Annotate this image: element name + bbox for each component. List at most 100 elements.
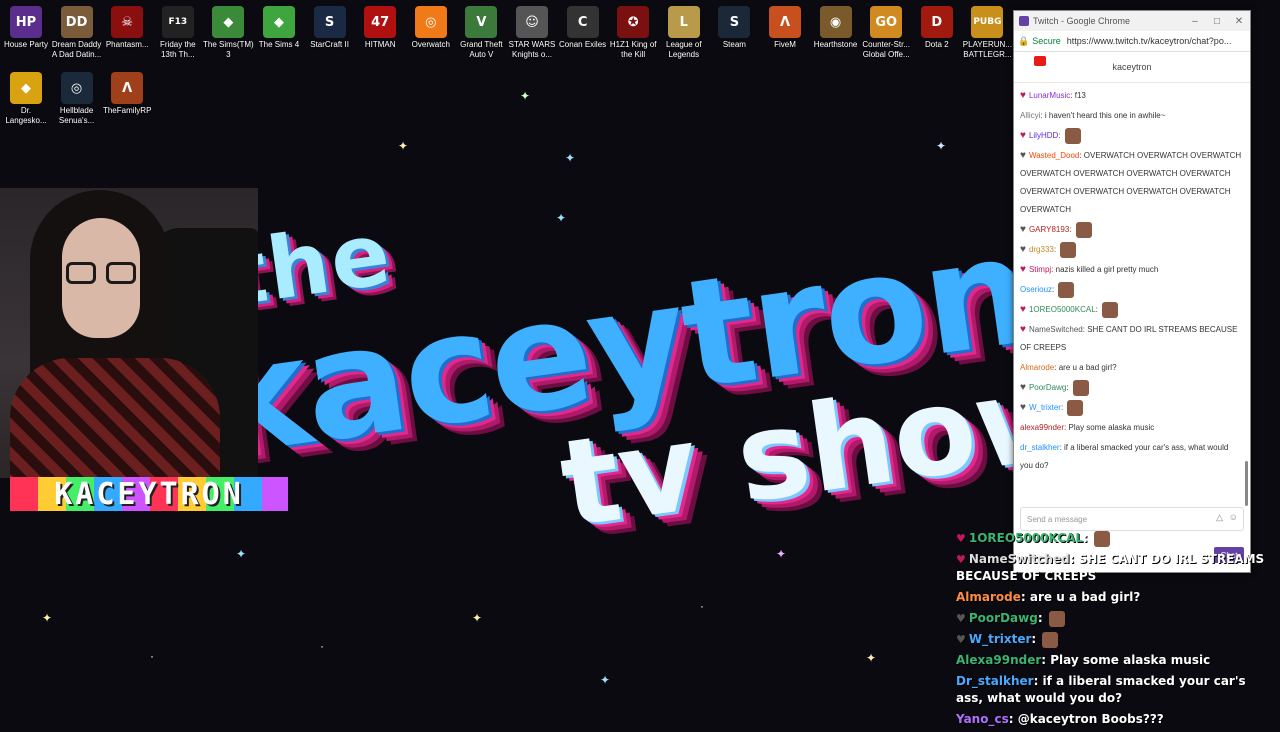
chat-username[interactable]: LunarMusic xyxy=(1029,91,1070,100)
chat-username[interactable]: Allicyi xyxy=(1020,111,1040,120)
streamer-name-text: KACEYTRON xyxy=(54,476,244,512)
chat-username[interactable]: LilyHDD xyxy=(1029,131,1058,140)
window-title: Twitch - Google Chrome xyxy=(1033,16,1131,26)
app-icon: S xyxy=(718,6,751,38)
chat-message: ♥ Stimpj: nazis killed a girl pretty much xyxy=(1020,261,1242,279)
chat-username[interactable]: Wasted_Dood xyxy=(1029,151,1079,160)
chat-text: are u a bad girl? xyxy=(1029,590,1141,604)
desktop-icon[interactable]: S StarCraft II xyxy=(304,2,356,50)
desktop-icon[interactable]: ☺ STAR WARS Knights o... xyxy=(506,2,558,60)
chat-message: ♥ 1OREO5000KCAL: xyxy=(1020,301,1242,319)
chat-colon: : xyxy=(1058,131,1063,140)
chat-message-list[interactable]: ♥ LunarMusic: f13 Allicyi: i haven't heard… xyxy=(1014,83,1242,501)
desktop-icon[interactable]: ◆ The Sims(TM) 3 xyxy=(202,2,254,60)
desktop-icon[interactable]: ☠ Phantasm... xyxy=(101,2,153,50)
desktop-icon[interactable]: Λ FiveM xyxy=(759,2,811,50)
chat-text: nazis killed a girl pretty much xyxy=(1055,265,1159,274)
desktop-icon[interactable]: DD Dream Daddy A Dad Datin... xyxy=(51,2,103,60)
chat-username[interactable]: Alexa99nder xyxy=(956,653,1041,667)
desktop-icon[interactable]: L League of Legends xyxy=(658,2,710,60)
chat-username[interactable]: NameSwitched xyxy=(969,552,1070,566)
chat-username[interactable]: PoorDawg xyxy=(1029,383,1066,392)
chat-username[interactable]: Stimpj xyxy=(1029,265,1051,274)
chat-scrollbar[interactable] xyxy=(1245,461,1248,506)
chat-username[interactable]: Yano_cs xyxy=(956,712,1009,726)
desktop-icon[interactable]: V Grand Theft Auto V xyxy=(455,2,507,60)
star: ✦ xyxy=(866,651,877,665)
star: ✦ xyxy=(472,611,483,625)
chat-username[interactable]: W_trixter xyxy=(969,632,1032,646)
chat-username[interactable]: 1OREO5000KCAL xyxy=(1029,305,1096,314)
desktop-icon[interactable]: HP House Party xyxy=(0,2,52,50)
chat-message: ♥ GARY8193: xyxy=(1020,221,1242,239)
maximize-icon[interactable]: □ xyxy=(1206,16,1228,27)
desktop-icon-label: HITMAN xyxy=(364,40,396,49)
chat-username[interactable]: drg333 xyxy=(1029,245,1054,254)
chat-colon: : xyxy=(1069,225,1074,234)
chat-username[interactable]: dr_stalkher xyxy=(1020,443,1060,452)
desktop-icon[interactable]: ◆ Dr. Langesko... xyxy=(0,68,52,126)
chat-colon: : xyxy=(1069,552,1079,566)
chrome-popout-window[interactable]: Twitch - Google Chrome – □ ✕ 🔒 Secure ht… xyxy=(1013,10,1251,573)
heart-icon: ♥ xyxy=(1020,402,1026,413)
chat-message: Almarode: are u a bad girl? xyxy=(956,589,1274,606)
desktop-icon[interactable]: D Dota 2 xyxy=(911,2,963,50)
desktop-icon[interactable]: F13 Friday the 13th Th... xyxy=(152,2,204,60)
twitch-icon xyxy=(1019,16,1029,26)
desktop-icon[interactable]: ✪ H1Z1 King of the Kill xyxy=(607,2,659,60)
minimize-icon[interactable]: – xyxy=(1184,16,1206,27)
chat-username[interactable]: 1OREO5000KCAL xyxy=(969,531,1083,545)
emote-icon xyxy=(1093,530,1110,547)
desktop-icon[interactable]: 47 HITMAN xyxy=(354,2,406,50)
chat-colon: : xyxy=(1008,712,1018,726)
desktop-icon[interactable]: PUBG PLAYERUN... BATTLEGR... xyxy=(961,2,1013,60)
chat-message: ♥ PoorDawg: xyxy=(1020,379,1242,397)
channel-name: kaceytron xyxy=(1112,62,1152,72)
stream-chat-overlay: ♥ 1OREO5000KCAL: ♥ NameSwitched: SHE CANT … xyxy=(956,530,1274,732)
chat-username[interactable]: Oseriouz xyxy=(1020,285,1052,294)
chat-message: ♥ drg333: xyxy=(1020,241,1242,259)
chat-username[interactable]: Almarode xyxy=(956,590,1021,604)
chat-username[interactable]: Dr_stalkher xyxy=(956,674,1034,688)
desktop-icon[interactable]: ◆ The Sims 4 xyxy=(253,2,305,50)
desktop-icon[interactable]: Λ TheFamilyRP xyxy=(101,68,153,116)
chat-message: ♥ W_trixter: xyxy=(1020,399,1242,417)
desktop-icon[interactable]: C Conan Exiles xyxy=(557,2,609,50)
heart-icon: ♥ xyxy=(956,612,966,625)
desktop-icon[interactable]: ◉ Hearthstone xyxy=(810,2,862,50)
heart-icon: ♥ xyxy=(1020,324,1026,335)
webcam-feed xyxy=(0,188,258,478)
address-bar[interactable]: 🔒 Secure https://www.twitch.tv/kaceytron… xyxy=(1014,31,1250,52)
heart-icon: ♥ xyxy=(1020,244,1026,255)
emote-icon xyxy=(1075,221,1092,238)
star: · xyxy=(700,599,704,613)
heart-icon: ♥ xyxy=(1020,382,1026,393)
window-title-bar[interactable]: Twitch - Google Chrome – □ ✕ xyxy=(1014,11,1250,31)
desktop-icon-label: FiveM xyxy=(774,40,796,49)
desktop-icon-label: PLAYERUN... BATTLEGR... xyxy=(962,40,1012,59)
desktop-icon[interactable]: GO Counter-Str... Global Offe... xyxy=(860,2,912,60)
notification-badge xyxy=(1034,56,1046,66)
bits-icon[interactable]: △ xyxy=(1216,512,1223,523)
close-icon[interactable]: ✕ xyxy=(1228,16,1250,27)
chat-username[interactable]: GARY8193 xyxy=(1029,225,1069,234)
emote-icon[interactable]: ☺ xyxy=(1229,512,1238,522)
chat-username[interactable]: PoorDawg xyxy=(969,611,1038,625)
chat-input[interactable]: Send a message △ ☺ xyxy=(1020,507,1244,531)
chat-username[interactable]: Almarode xyxy=(1020,363,1054,372)
desktop-icon[interactable]: ◎ Hellblade Senua's... xyxy=(51,68,103,126)
desktop-icon-label: StarCraft II xyxy=(310,40,349,49)
desktop-icon[interactable]: ◎ Overwatch xyxy=(405,2,457,50)
star: ✦ xyxy=(520,89,531,103)
chat-text: are u a bad girl? xyxy=(1058,363,1117,372)
chat-username[interactable]: W_trixter xyxy=(1029,403,1061,412)
url-text[interactable]: https://www.twitch.tv/kaceytron/chat?po.… xyxy=(1067,36,1232,46)
chat-username[interactable]: NameSwitched xyxy=(1029,325,1083,334)
app-icon: DD xyxy=(60,6,93,38)
chat-username[interactable]: alexa99nder xyxy=(1020,423,1064,432)
desktop-icon[interactable]: S Steam xyxy=(708,2,760,50)
chat-message: Dr_stalkher: if a liberal smacked your c… xyxy=(956,673,1274,707)
chat-colon: : xyxy=(1020,590,1030,604)
chat-message: ♥ 1OREO5000KCAL: xyxy=(956,530,1274,547)
chat-header: kaceytron xyxy=(1014,52,1250,83)
